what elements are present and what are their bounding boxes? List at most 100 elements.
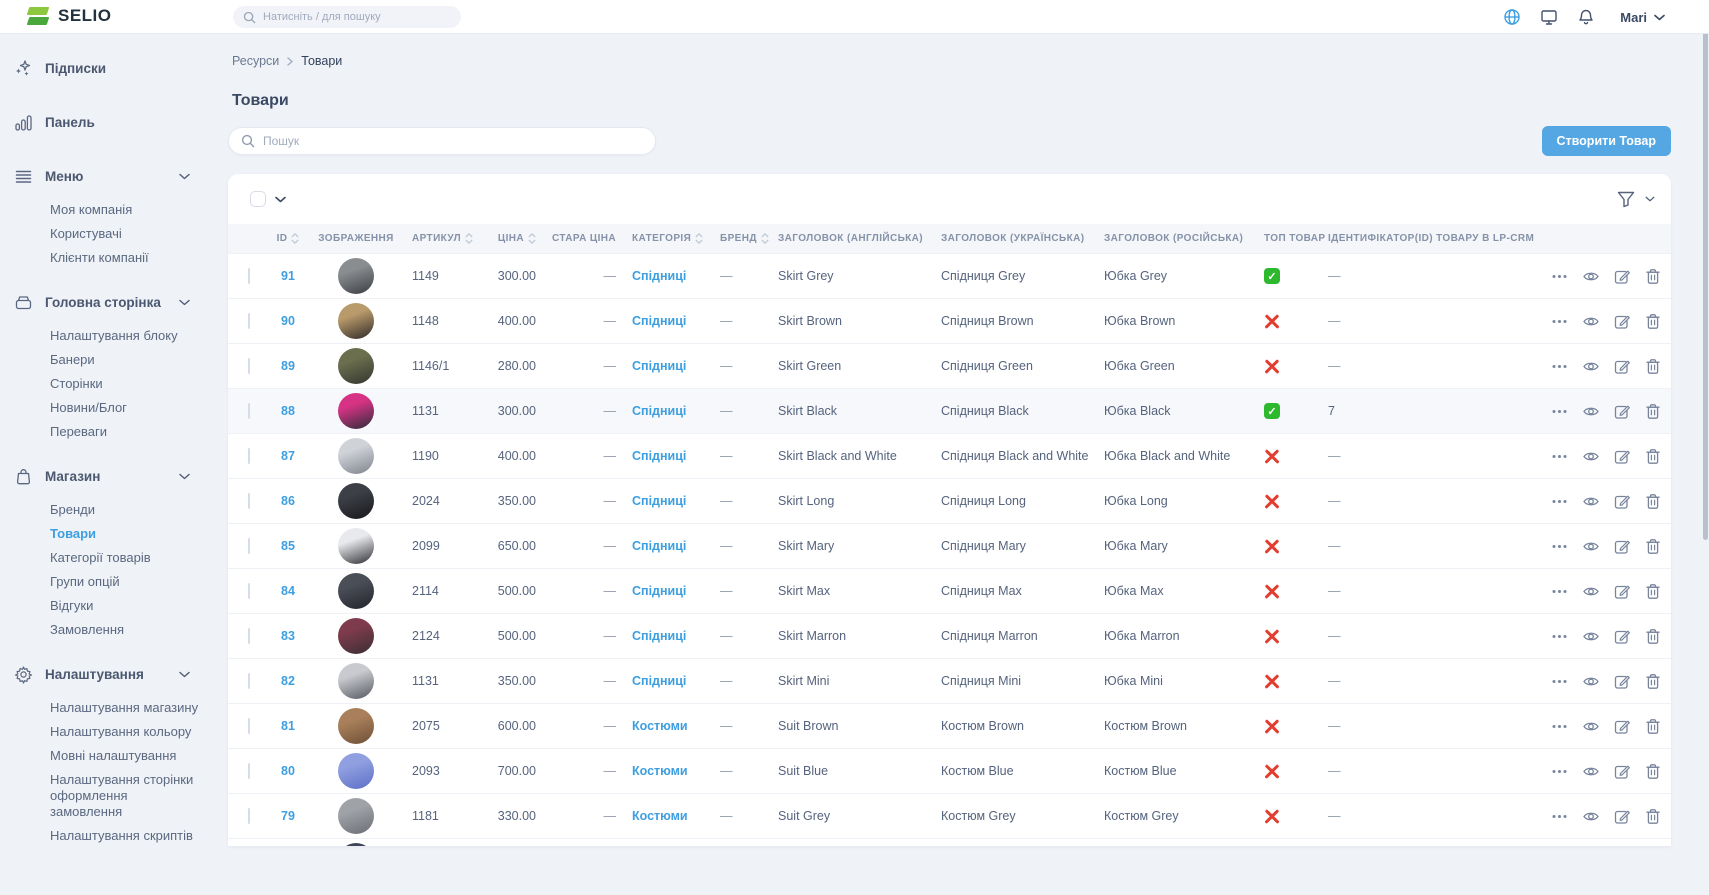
- sidebar-subitem[interactable]: Бренди: [10, 498, 200, 522]
- view-icon[interactable]: [1582, 673, 1600, 690]
- delete-icon[interactable]: [1645, 583, 1661, 600]
- edit-icon[interactable]: [1614, 583, 1631, 600]
- edit-icon[interactable]: [1614, 808, 1631, 825]
- delete-icon[interactable]: [1645, 313, 1661, 330]
- create-product-button[interactable]: Створити Товар: [1542, 126, 1672, 156]
- sort-icon[interactable]: [465, 232, 473, 245]
- sidebar-subitem[interactable]: Налаштування скриптів: [10, 824, 200, 848]
- sort-icon[interactable]: [695, 232, 703, 245]
- sidebar-subitem[interactable]: Користувачі: [10, 222, 200, 246]
- row-checkbox[interactable]: [248, 673, 250, 689]
- more-icon[interactable]: [1551, 448, 1568, 465]
- delete-icon[interactable]: [1645, 673, 1661, 690]
- more-icon[interactable]: [1551, 763, 1568, 780]
- sidebar-subitem[interactable]: Сторінки: [10, 372, 200, 396]
- delete-icon[interactable]: [1645, 403, 1661, 420]
- product-category-link[interactable]: Спідниці: [630, 359, 718, 373]
- sidebar-item-0[interactable]: Підписки: [10, 46, 200, 90]
- product-category-link[interactable]: Костюми: [630, 719, 718, 733]
- edit-icon[interactable]: [1614, 763, 1631, 780]
- product-id-link[interactable]: 88: [264, 404, 312, 418]
- column-header-sku[interactable]: АРТИКУЛ: [400, 232, 480, 245]
- bulk-actions-chevron-icon[interactable]: [275, 196, 286, 203]
- edit-icon[interactable]: [1614, 538, 1631, 555]
- sidebar-item-shop[interactable]: Магазин: [10, 454, 200, 498]
- column-header-cat[interactable]: КАТЕГОРІЯ: [630, 232, 718, 245]
- view-icon[interactable]: [1582, 583, 1600, 600]
- delete-icon[interactable]: [1645, 538, 1661, 555]
- row-checkbox[interactable]: [248, 763, 250, 779]
- more-icon[interactable]: [1551, 403, 1568, 420]
- row-checkbox[interactable]: [248, 493, 250, 509]
- sidebar-subitem[interactable]: Замовлення: [10, 618, 200, 642]
- product-category-link[interactable]: Спідниці: [630, 404, 718, 418]
- sidebar-subitem[interactable]: Моя компанія: [10, 198, 200, 222]
- more-icon[interactable]: [1551, 628, 1568, 645]
- delete-icon[interactable]: [1645, 493, 1661, 510]
- sidebar-subitem[interactable]: Категорії товарів: [10, 546, 200, 570]
- product-id-link[interactable]: 89: [264, 359, 312, 373]
- product-id-link[interactable]: 79: [264, 809, 312, 823]
- select-all-checkbox[interactable]: [250, 191, 266, 207]
- more-icon[interactable]: [1551, 808, 1568, 825]
- more-icon[interactable]: [1551, 358, 1568, 375]
- bell-icon[interactable]: [1577, 8, 1595, 26]
- more-icon[interactable]: [1551, 538, 1568, 555]
- column-header-id[interactable]: ID: [264, 232, 312, 245]
- view-icon[interactable]: [1582, 358, 1600, 375]
- sidebar-subitem[interactable]: Налаштування кольору: [10, 720, 200, 744]
- sidebar-subitem[interactable]: Новини/Блог: [10, 396, 200, 420]
- edit-icon[interactable]: [1614, 268, 1631, 285]
- edit-icon[interactable]: [1614, 358, 1631, 375]
- edit-icon[interactable]: [1614, 493, 1631, 510]
- product-category-link[interactable]: Костюми: [630, 764, 718, 778]
- filter-control[interactable]: [1617, 191, 1655, 208]
- page-scrollbar[interactable]: [1703, 0, 1708, 895]
- app-logo[interactable]: SELIO: [28, 5, 112, 27]
- delete-icon[interactable]: [1645, 718, 1661, 735]
- sidebar-subitem-active[interactable]: Товари: [10, 522, 200, 546]
- delete-icon[interactable]: [1645, 448, 1661, 465]
- product-id-link[interactable]: 80: [264, 764, 312, 778]
- row-checkbox[interactable]: [248, 403, 250, 419]
- sidebar-subitem[interactable]: Групи опцій: [10, 570, 200, 594]
- edit-icon[interactable]: [1614, 403, 1631, 420]
- view-icon[interactable]: [1582, 448, 1600, 465]
- sort-icon[interactable]: [291, 232, 299, 245]
- view-icon[interactable]: [1582, 538, 1600, 555]
- view-icon[interactable]: [1582, 313, 1600, 330]
- more-icon[interactable]: [1551, 313, 1568, 330]
- edit-icon[interactable]: [1614, 313, 1631, 330]
- sidebar-subitem[interactable]: Відгуки: [10, 594, 200, 618]
- edit-icon[interactable]: [1614, 628, 1631, 645]
- sidebar-item-3[interactable]: Головна сторінка: [10, 280, 200, 324]
- product-category-link[interactable]: Спідниці: [630, 674, 718, 688]
- row-checkbox[interactable]: [248, 583, 250, 599]
- more-icon[interactable]: [1551, 583, 1568, 600]
- table-search-input[interactable]: [263, 134, 643, 148]
- sidebar-item-5[interactable]: Налаштування: [10, 652, 200, 696]
- row-checkbox[interactable]: [248, 313, 250, 329]
- edit-icon[interactable]: [1614, 718, 1631, 735]
- product-category-link[interactable]: Спідниці: [630, 494, 718, 508]
- delete-icon[interactable]: [1645, 268, 1661, 285]
- product-category-link[interactable]: Спідниці: [630, 269, 718, 283]
- product-id-link[interactable]: 83: [264, 629, 312, 643]
- view-icon[interactable]: [1582, 268, 1600, 285]
- monitor-icon[interactable]: [1540, 8, 1558, 26]
- globe-icon[interactable]: [1503, 8, 1521, 26]
- sidebar-subitem[interactable]: Клієнти компанії: [10, 246, 200, 270]
- column-header-price[interactable]: ЦІНА: [480, 232, 546, 245]
- delete-icon[interactable]: [1645, 763, 1661, 780]
- user-menu[interactable]: Mari: [1620, 10, 1665, 25]
- row-checkbox[interactable]: [248, 358, 250, 374]
- view-icon[interactable]: [1582, 493, 1600, 510]
- more-icon[interactable]: [1551, 493, 1568, 510]
- sort-icon[interactable]: [528, 232, 536, 245]
- more-icon[interactable]: [1551, 268, 1568, 285]
- edit-icon[interactable]: [1614, 673, 1631, 690]
- product-id-link[interactable]: 82: [264, 674, 312, 688]
- row-checkbox[interactable]: [248, 448, 250, 464]
- view-icon[interactable]: [1582, 628, 1600, 645]
- product-category-link[interactable]: Спідниці: [630, 539, 718, 553]
